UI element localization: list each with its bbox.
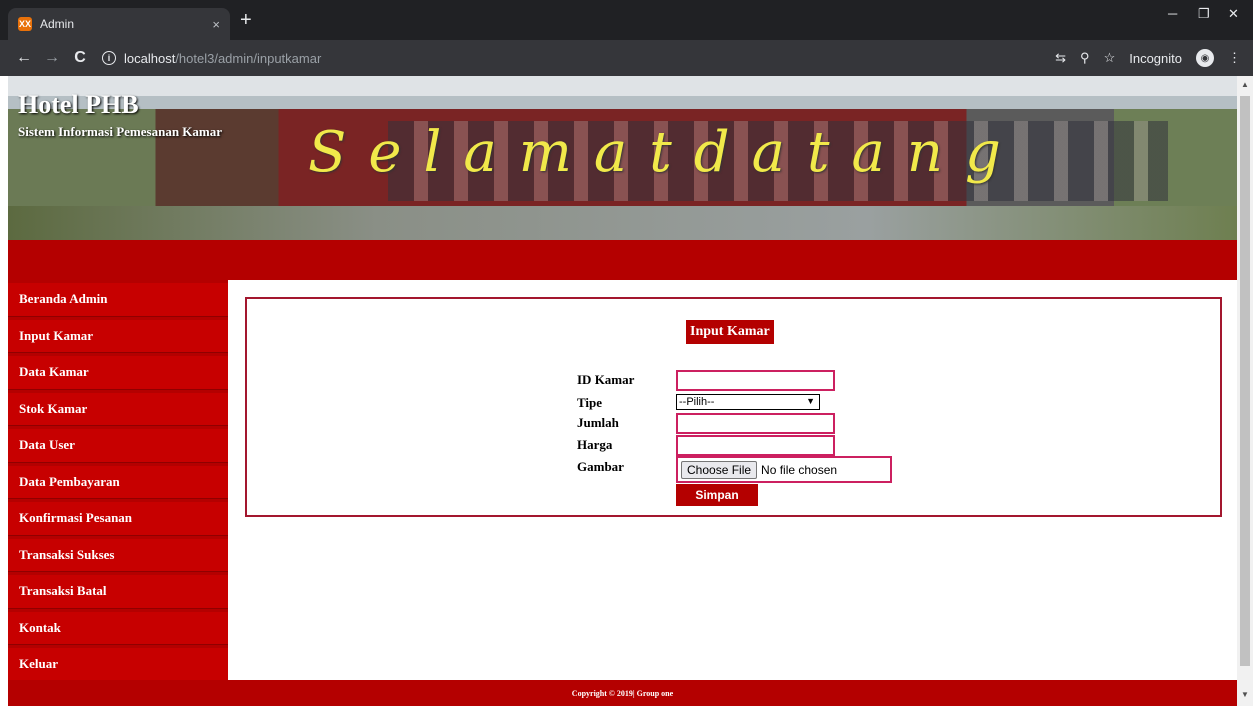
scrollbar[interactable]: ▲ ▼ xyxy=(1237,76,1253,706)
zoom-icon[interactable]: ⚲ xyxy=(1080,50,1090,66)
sidebar-item-input-kamar[interactable]: Input Kamar xyxy=(8,319,228,353)
tipe-label: Tipe xyxy=(577,395,603,410)
new-tab-icon[interactable]: + xyxy=(240,10,252,30)
gambar-label: Gambar xyxy=(577,459,624,474)
sidebar-item-data-kamar[interactable]: Data Kamar xyxy=(8,356,228,390)
main-content: Input Kamar ID Kamar Tipe --Pilih-- ▼ Ju… xyxy=(228,280,1237,680)
file-status: No file chosen xyxy=(761,462,838,477)
address-bar: ← → C i localhost /hotel3/admin/inputkam… xyxy=(0,40,1253,76)
sidebar-item-transaksi-sukses[interactable]: Transaksi Sukses xyxy=(8,538,228,572)
scrollbar-thumb[interactable] xyxy=(1240,96,1250,666)
sidebar-item-data-user[interactable]: Data User xyxy=(8,429,228,463)
site-title: Hotel PHB xyxy=(18,90,139,119)
sidebar: Beranda Admin Input Kamar Data Kamar Sto… xyxy=(8,280,228,682)
url-field[interactable]: i localhost /hotel3/admin/inputkamar xyxy=(102,51,321,66)
gambar-file-input: Choose File No file chosen xyxy=(676,456,892,483)
translate-icon[interactable]: ⇆ xyxy=(1055,50,1066,66)
welcome-text: Selamatdatang xyxy=(308,120,1023,185)
header-band xyxy=(8,240,1237,280)
scroll-up-icon[interactable]: ▲ xyxy=(1241,80,1249,89)
star-icon[interactable]: ☆ xyxy=(1104,50,1116,66)
favicon-icon: XX xyxy=(18,17,32,31)
sidebar-item-beranda-admin[interactable]: Beranda Admin xyxy=(8,283,228,317)
sidebar-item-kontak[interactable]: Kontak xyxy=(8,611,228,645)
tab-title: Admin xyxy=(40,17,75,31)
chevron-down-icon: ▼ xyxy=(806,396,815,406)
sidebar-item-data-pembayaran[interactable]: Data Pembayaran xyxy=(8,465,228,499)
sidebar-item-stok-kamar[interactable]: Stok Kamar xyxy=(8,392,228,426)
sidebar-item-keluar[interactable]: Keluar xyxy=(8,648,228,682)
forward-icon[interactable]: → xyxy=(40,49,64,67)
reload-icon[interactable]: C xyxy=(68,49,92,67)
simpan-button[interactable]: Simpan xyxy=(676,484,758,506)
browser-tab[interactable]: XX Admin × xyxy=(8,8,230,40)
id-kamar-label: ID Kamar xyxy=(577,372,635,387)
url-path: /hotel3/admin/inputkamar xyxy=(175,50,322,66)
form-title: Input Kamar xyxy=(686,320,774,344)
close-tab-icon[interactable]: × xyxy=(212,17,220,32)
input-kamar-panel: Input Kamar ID Kamar Tipe --Pilih-- ▼ Ju… xyxy=(245,297,1222,517)
sidebar-item-transaksi-batal[interactable]: Transaksi Batal xyxy=(8,575,228,609)
restore-icon[interactable]: ❐ xyxy=(1198,6,1210,22)
footer: Copyright © 2019| Group one xyxy=(8,680,1237,706)
incognito-icon: ◉ xyxy=(1196,49,1214,67)
incognito-label: Incognito xyxy=(1129,50,1182,66)
banner-sky xyxy=(8,76,1237,96)
jumlah-input[interactable] xyxy=(676,413,835,434)
info-icon[interactable]: i xyxy=(102,51,116,65)
harga-input[interactable] xyxy=(676,435,835,456)
url-host: localhost xyxy=(124,50,176,66)
harga-label: Harga xyxy=(577,437,613,452)
jumlah-label: Jumlah xyxy=(577,415,619,430)
menu-icon[interactable]: ⋮ xyxy=(1228,50,1241,66)
close-window-icon[interactable]: ✕ xyxy=(1228,6,1239,22)
back-icon[interactable]: ← xyxy=(12,49,36,67)
sidebar-item-konfirmasi-pesanan[interactable]: Konfirmasi Pesanan xyxy=(8,502,228,536)
browser-actions: ⇆ ⚲ ☆ Incognito ◉ ⋮ xyxy=(1055,40,1241,76)
header-banner: Hotel PHB Sistem Informasi Pemesanan Kam… xyxy=(8,76,1237,240)
id-kamar-input[interactable] xyxy=(676,370,835,391)
choose-file-button[interactable]: Choose File xyxy=(681,460,758,479)
browser-tabbar: XX Admin × + ─ ❐ ✕ xyxy=(0,0,1253,40)
scroll-down-icon[interactable]: ▼ xyxy=(1241,690,1249,699)
minimize-icon[interactable]: ─ xyxy=(1168,6,1177,21)
page: Hotel PHB Sistem Informasi Pemesanan Kam… xyxy=(8,76,1237,706)
tipe-select[interactable]: --Pilih-- ▼ xyxy=(676,394,820,410)
tipe-selected-value: --Pilih-- xyxy=(679,396,715,408)
banner-ground xyxy=(8,206,1237,240)
site-subtitle: Sistem Informasi Pemesanan Kamar xyxy=(18,124,223,139)
